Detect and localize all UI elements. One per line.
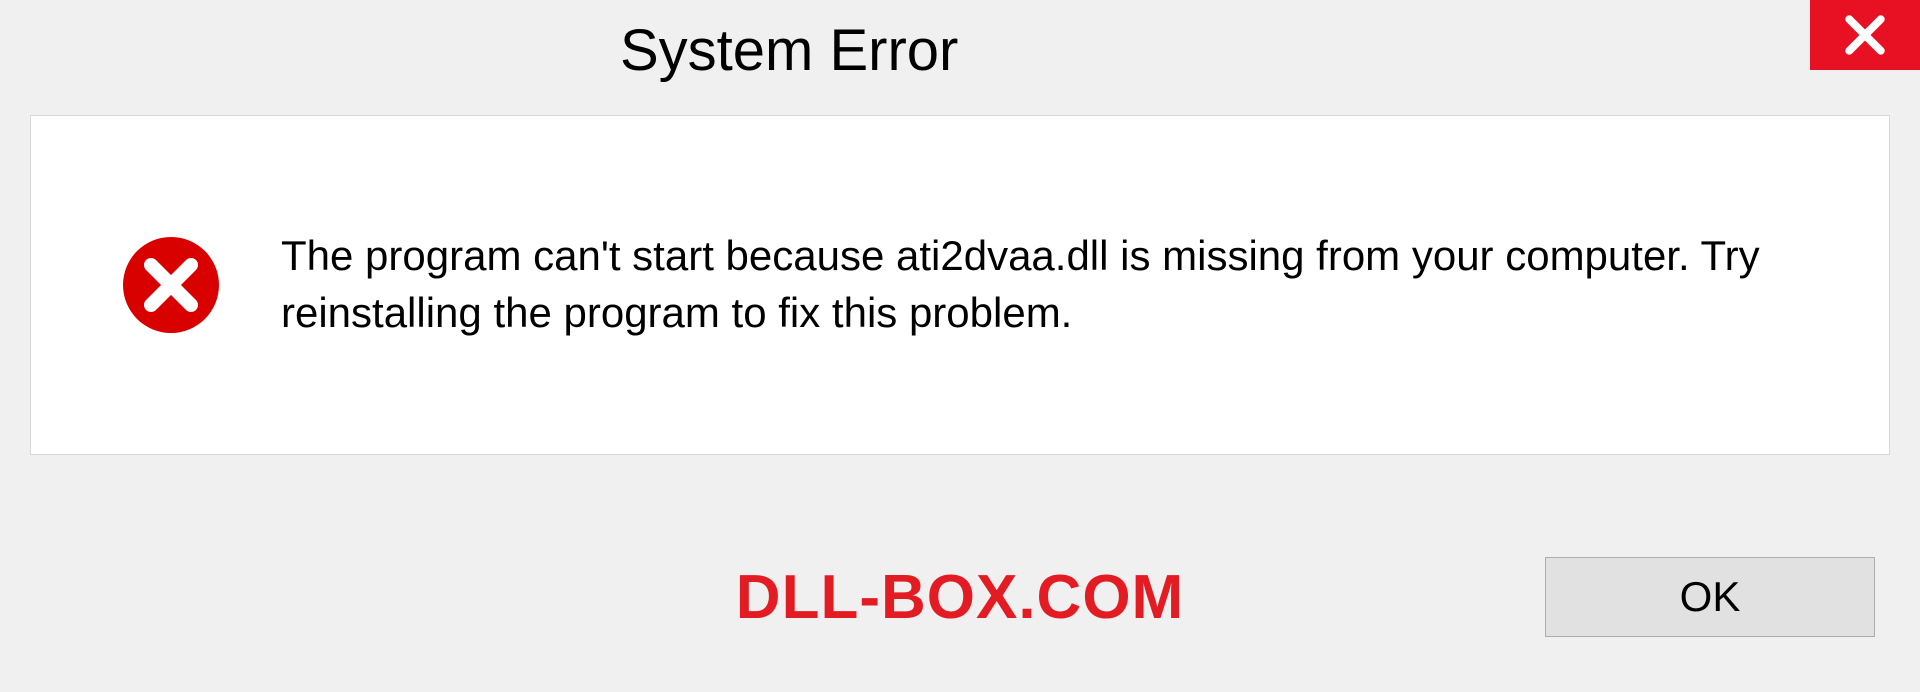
close-button[interactable] <box>1810 0 1920 70</box>
title-bar: System Error <box>0 0 1920 100</box>
watermark-text: DLL-BOX.COM <box>736 562 1184 633</box>
dialog-footer: DLL-BOX.COM OK <box>0 542 1920 652</box>
error-message: The program can't start because ati2dvaa… <box>281 228 1839 341</box>
close-icon <box>1844 14 1886 56</box>
dialog-title: System Error <box>620 17 958 84</box>
error-icon <box>121 235 221 335</box>
ok-button[interactable]: OK <box>1545 557 1875 637</box>
message-panel: The program can't start because ati2dvaa… <box>30 115 1890 455</box>
